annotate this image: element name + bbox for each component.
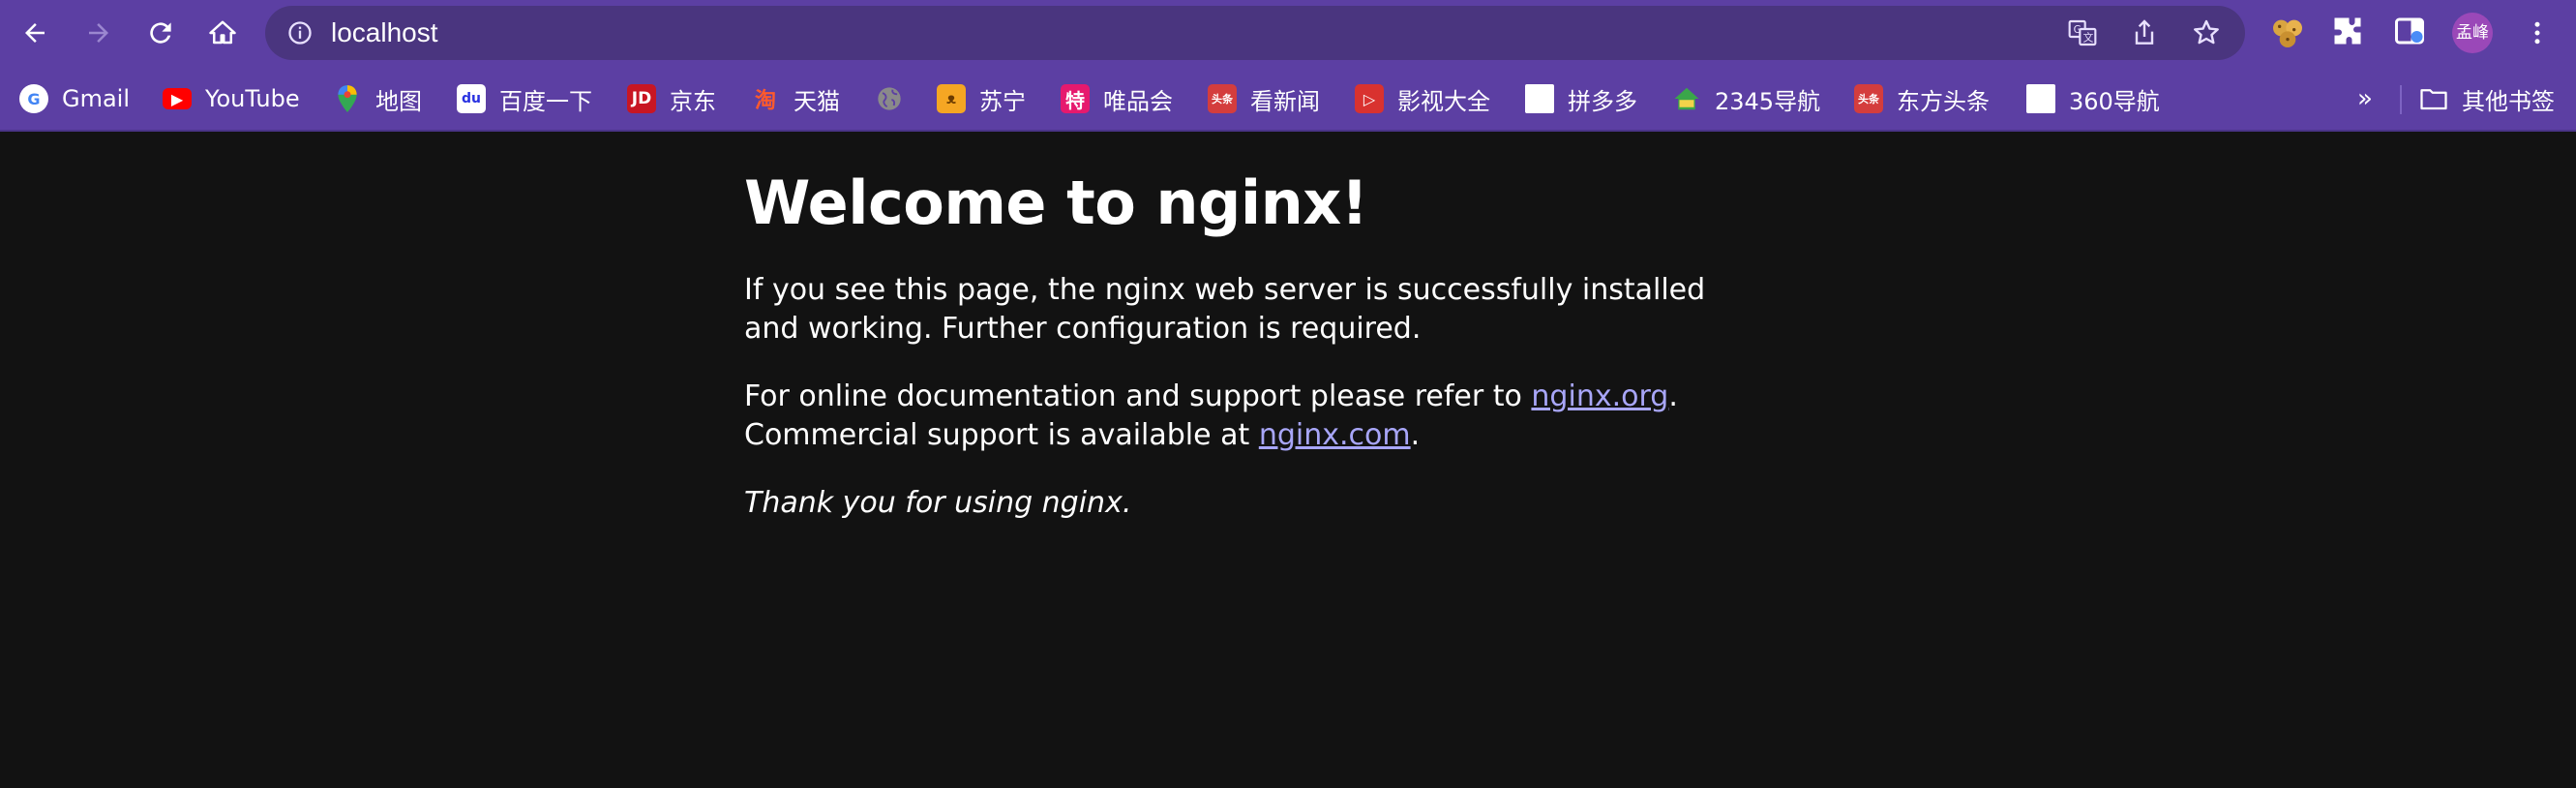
vip-icon: 特 [1061, 84, 1090, 113]
jd-icon: JD [627, 84, 656, 113]
commercial-text: Commercial support is available at [744, 418, 1259, 452]
share-icon[interactable] [2129, 17, 2160, 48]
profile-avatar[interactable]: 孟峰 [2452, 13, 2493, 53]
bookmark-label: 地图 [375, 87, 422, 115]
globe-icon [875, 84, 904, 113]
home-button[interactable] [201, 12, 244, 54]
bookmark-label: 2345导航 [1715, 87, 1821, 115]
support-paragraph: For online documentation and support ple… [744, 378, 1722, 455]
bookmark-vip[interactable]: 特 唯品会 [1061, 77, 1173, 120]
info-icon[interactable] [286, 19, 314, 46]
bookmarks-divider [2400, 85, 2402, 114]
bookmark-label: 百度一下 [499, 87, 592, 115]
side-panel-icon[interactable] [2392, 14, 2431, 52]
bookmark-tmall[interactable]: 淘 天猫 [751, 77, 840, 120]
url-text[interactable]: localhost [331, 6, 438, 60]
bookmarks-bar: G Gmail ▶ YouTube 地图 du 百度一下 JD 京东 淘 天猫 … [0, 66, 2576, 132]
back-button[interactable] [14, 12, 56, 54]
bookmark-youtube[interactable]: ▶ YouTube [163, 77, 300, 120]
menu-button[interactable] [2516, 12, 2559, 54]
more-vert-icon [2534, 21, 2540, 45]
bookmark-yingshi[interactable]: ▷ 影视大全 [1355, 77, 1490, 120]
arrow-left-icon [25, 23, 45, 43]
forward-button[interactable] [77, 12, 120, 54]
maps-icon [333, 84, 362, 113]
bookmark-pinduoduo[interactable]: 拼多多 [1525, 77, 1637, 120]
bookmark-label: 影视大全 [1397, 87, 1490, 115]
thanks-text: Thank you for using nginx. [744, 486, 1132, 520]
bookmark-maps[interactable]: 地图 [333, 77, 422, 120]
bookmark-gmail[interactable]: G Gmail [19, 77, 130, 120]
thanks-paragraph: Thank you for using nginx. [744, 484, 1722, 523]
toutiao-icon: 头条 [1208, 84, 1237, 113]
youtube-icon: ▶ [163, 88, 192, 109]
bookmark-label: 天猫 [794, 87, 840, 115]
reload-button[interactable] [139, 12, 182, 54]
address-bar[interactable]: localhost G文 [265, 6, 2245, 60]
translate-icon[interactable]: G文 [2067, 17, 2098, 48]
video-icon: ▷ [1355, 84, 1384, 113]
bookmark-star-icon[interactable] [2191, 17, 2222, 48]
support-punct: . [1668, 379, 1678, 413]
tmall-icon: 淘 [754, 89, 776, 113]
bookmark-label: 其他书签 [2462, 87, 2555, 115]
support-text: For online documentation and support ple… [744, 379, 1532, 413]
toutiao-icon: 头条 [1854, 84, 1883, 113]
bookmark-2345[interactable]: 2345导航 [1672, 77, 1820, 120]
bookmark-label: 东方头条 [1897, 87, 1990, 115]
bookmark-kanxinwen[interactable]: 头条 看新闻 [1208, 77, 1320, 120]
page-title: Welcome to nginx! [744, 167, 1368, 238]
bookmark-label: 唯品会 [1103, 87, 1173, 115]
bookmark-label: Gmail [62, 85, 131, 112]
page-content: Welcome to nginx! If you see this page, … [744, 165, 1722, 552]
google-icon: G [19, 84, 48, 113]
browser-toolbar: localhost G文 孟峰 [0, 0, 2576, 66]
blank-icon [2026, 84, 2055, 113]
bookmark-label: 京东 [670, 87, 716, 115]
reload-icon [150, 22, 171, 44]
bookmark-suning[interactable]: ᴥ 苏宁 [937, 77, 1026, 120]
intro-paragraph: If you see this page, the nginx web serv… [744, 273, 1706, 346]
commercial-punct: . [1410, 418, 1421, 452]
bookmark-baidu[interactable]: du 百度一下 [457, 77, 592, 120]
bookmark-dongfang[interactable]: 头条 东方头条 [1854, 77, 1990, 120]
bookmark-globe[interactable] [875, 77, 917, 120]
bookmark-label: 看新闻 [1250, 87, 1320, 115]
suning-icon: ᴥ [937, 84, 966, 113]
bookmark-label: 拼多多 [1568, 87, 1637, 115]
bookmark-label: YouTube [205, 85, 300, 112]
extension-cookie-icon[interactable] [2268, 14, 2307, 52]
bookmark-jd[interactable]: JD 京东 [627, 77, 716, 120]
svg-text:文: 文 [2083, 32, 2094, 45]
arrow-right-icon [89, 23, 108, 43]
nginx-org-link[interactable]: nginx.org [1531, 379, 1668, 413]
other-bookmarks-folder[interactable]: 其他书签 [2419, 77, 2555, 120]
extensions-puzzle-icon[interactable] [2330, 14, 2369, 52]
nginx-com-link[interactable]: nginx.com [1259, 418, 1411, 452]
bookmarks-overflow-button[interactable]: » [2357, 77, 2373, 120]
home-icon [209, 20, 236, 45]
bookmark-label: 360导航 [2069, 87, 2160, 115]
folder-icon [2419, 84, 2448, 113]
bookmark-360[interactable]: 360导航 [2026, 77, 2160, 120]
blank-icon [1525, 84, 1554, 113]
svg-text:G: G [2074, 23, 2082, 36]
house-icon [1672, 84, 1701, 113]
bookmark-label: 苏宁 [979, 87, 1026, 115]
baidu-icon: du [457, 84, 486, 113]
